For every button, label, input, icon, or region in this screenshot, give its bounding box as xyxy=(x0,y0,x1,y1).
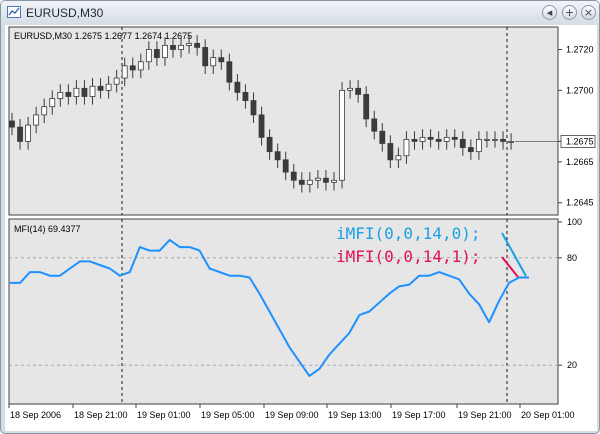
candle-body xyxy=(467,147,474,153)
candle-body xyxy=(186,42,193,46)
candle-body xyxy=(17,126,23,142)
candle-body xyxy=(73,87,80,97)
candle-body xyxy=(105,83,112,91)
title-bar[interactable]: EURUSD,M30 ◂ + × xyxy=(1,1,599,25)
candle-body xyxy=(306,179,313,185)
candle-body xyxy=(266,136,273,153)
chart-area[interactable]: EURUSD,M30 1.2675 1.2677 1.2674 1.2675 1… xyxy=(5,25,597,431)
candle-body xyxy=(508,141,515,143)
candle-body xyxy=(258,114,265,138)
candle-body xyxy=(371,118,378,132)
candle-body xyxy=(89,85,96,97)
candle-body xyxy=(9,120,15,128)
candle-body xyxy=(145,49,152,63)
candle-body xyxy=(170,44,176,50)
window-title: EURUSD,M30 xyxy=(26,6,104,20)
price-tick-label: 1.2720 xyxy=(566,44,594,54)
candle-body xyxy=(162,44,168,59)
candle-body xyxy=(234,81,241,93)
annotation-imfi-current: iMFI(0,0,14,0); xyxy=(336,224,481,243)
candle-body xyxy=(459,138,466,148)
candle-body xyxy=(210,57,217,67)
candle-body xyxy=(113,77,120,85)
candle-body xyxy=(314,177,321,181)
candle-body xyxy=(121,65,128,79)
candle-body xyxy=(218,57,225,63)
time-tick-label: 19 Sep 09:00 xyxy=(265,410,319,420)
time-tick-label: 20 Sep 01:00 xyxy=(521,410,575,420)
time-axis: 18 Sep 2006 18 Sep 21:00 19 Sep 01:00 19 Se… xyxy=(8,404,575,420)
candle-body xyxy=(323,177,329,183)
candle-body xyxy=(290,171,297,181)
time-tick-label: 19 Sep 17:00 xyxy=(392,410,446,420)
candle-body xyxy=(435,138,442,142)
maximize-button[interactable]: + xyxy=(562,5,577,20)
mfi-tick-label: 80 xyxy=(567,253,577,263)
mfi-tick-label: 20 xyxy=(567,360,577,370)
candle-body xyxy=(49,98,56,108)
mfi-panel-label: MFI(14) 69.4377 xyxy=(14,224,81,234)
candle-body xyxy=(411,138,418,142)
candle-body xyxy=(339,89,345,181)
minimize-button[interactable]: ◂ xyxy=(542,5,557,20)
candle-body xyxy=(395,155,402,161)
candle-body xyxy=(129,65,136,71)
candle-body xyxy=(194,42,201,48)
candle-body xyxy=(41,106,48,116)
candle-body xyxy=(242,91,249,101)
close-button[interactable]: × xyxy=(581,5,596,20)
candle-body xyxy=(419,136,426,142)
time-tick-label: 18 Sep 2006 xyxy=(10,410,61,420)
candle-body xyxy=(202,47,209,67)
candle-body xyxy=(475,138,482,153)
price-tick-label: 1.2645 xyxy=(566,198,594,208)
candle-body xyxy=(274,151,281,161)
candle-body xyxy=(451,136,458,140)
candle-body xyxy=(178,44,184,50)
candle-body xyxy=(57,91,64,99)
candle-body xyxy=(500,138,506,142)
price-tick-label: 1.2665 xyxy=(566,157,594,167)
candle-body xyxy=(492,138,498,141)
candle-body xyxy=(379,130,386,144)
candle-body xyxy=(97,85,104,91)
price-tick-label: 1.2675 xyxy=(566,136,594,146)
candle-body xyxy=(347,87,354,91)
price-panel[interactable] xyxy=(9,27,558,215)
candle-body xyxy=(355,87,362,95)
candle-body xyxy=(81,87,88,97)
candle-body xyxy=(443,136,450,142)
chart-window: EURUSD,M30 ◂ + × EURUSD,M30 1.2675 1.267… xyxy=(0,0,600,434)
candle-body xyxy=(33,114,40,126)
candle-body xyxy=(363,94,370,120)
candle-body xyxy=(226,61,233,83)
candle-body xyxy=(331,179,337,183)
candle-body xyxy=(403,138,410,157)
annotation-imfi-previous: iMFI(0,0,14,1); xyxy=(336,247,481,266)
mfi-axis: 100 80 20 xyxy=(558,217,582,370)
candle-body xyxy=(250,100,257,116)
time-tick-label: 19 Sep 01:00 xyxy=(137,410,191,420)
candle-body xyxy=(137,61,144,71)
candle-body xyxy=(282,159,289,173)
time-tick-label: 19 Sep 13:00 xyxy=(328,410,382,420)
candle-body xyxy=(298,179,305,185)
candle-body xyxy=(153,49,160,59)
chart-canvas[interactable]: EURUSD,M30 1.2675 1.2677 1.2674 1.2675 1… xyxy=(5,25,597,431)
candle-body xyxy=(427,136,434,140)
candle-body xyxy=(387,143,394,161)
time-tick-label: 19 Sep 21:00 xyxy=(458,410,512,420)
mfi-tick-label: 100 xyxy=(567,217,582,227)
chart-window-icon xyxy=(7,6,21,18)
time-tick-label: 19 Sep 05:00 xyxy=(201,410,255,420)
price-tick-label: 1.2700 xyxy=(566,85,594,95)
candle-body xyxy=(484,138,490,141)
time-tick-label: 18 Sep 21:00 xyxy=(74,410,128,420)
candle-body xyxy=(65,91,72,97)
candle-body xyxy=(25,124,32,142)
